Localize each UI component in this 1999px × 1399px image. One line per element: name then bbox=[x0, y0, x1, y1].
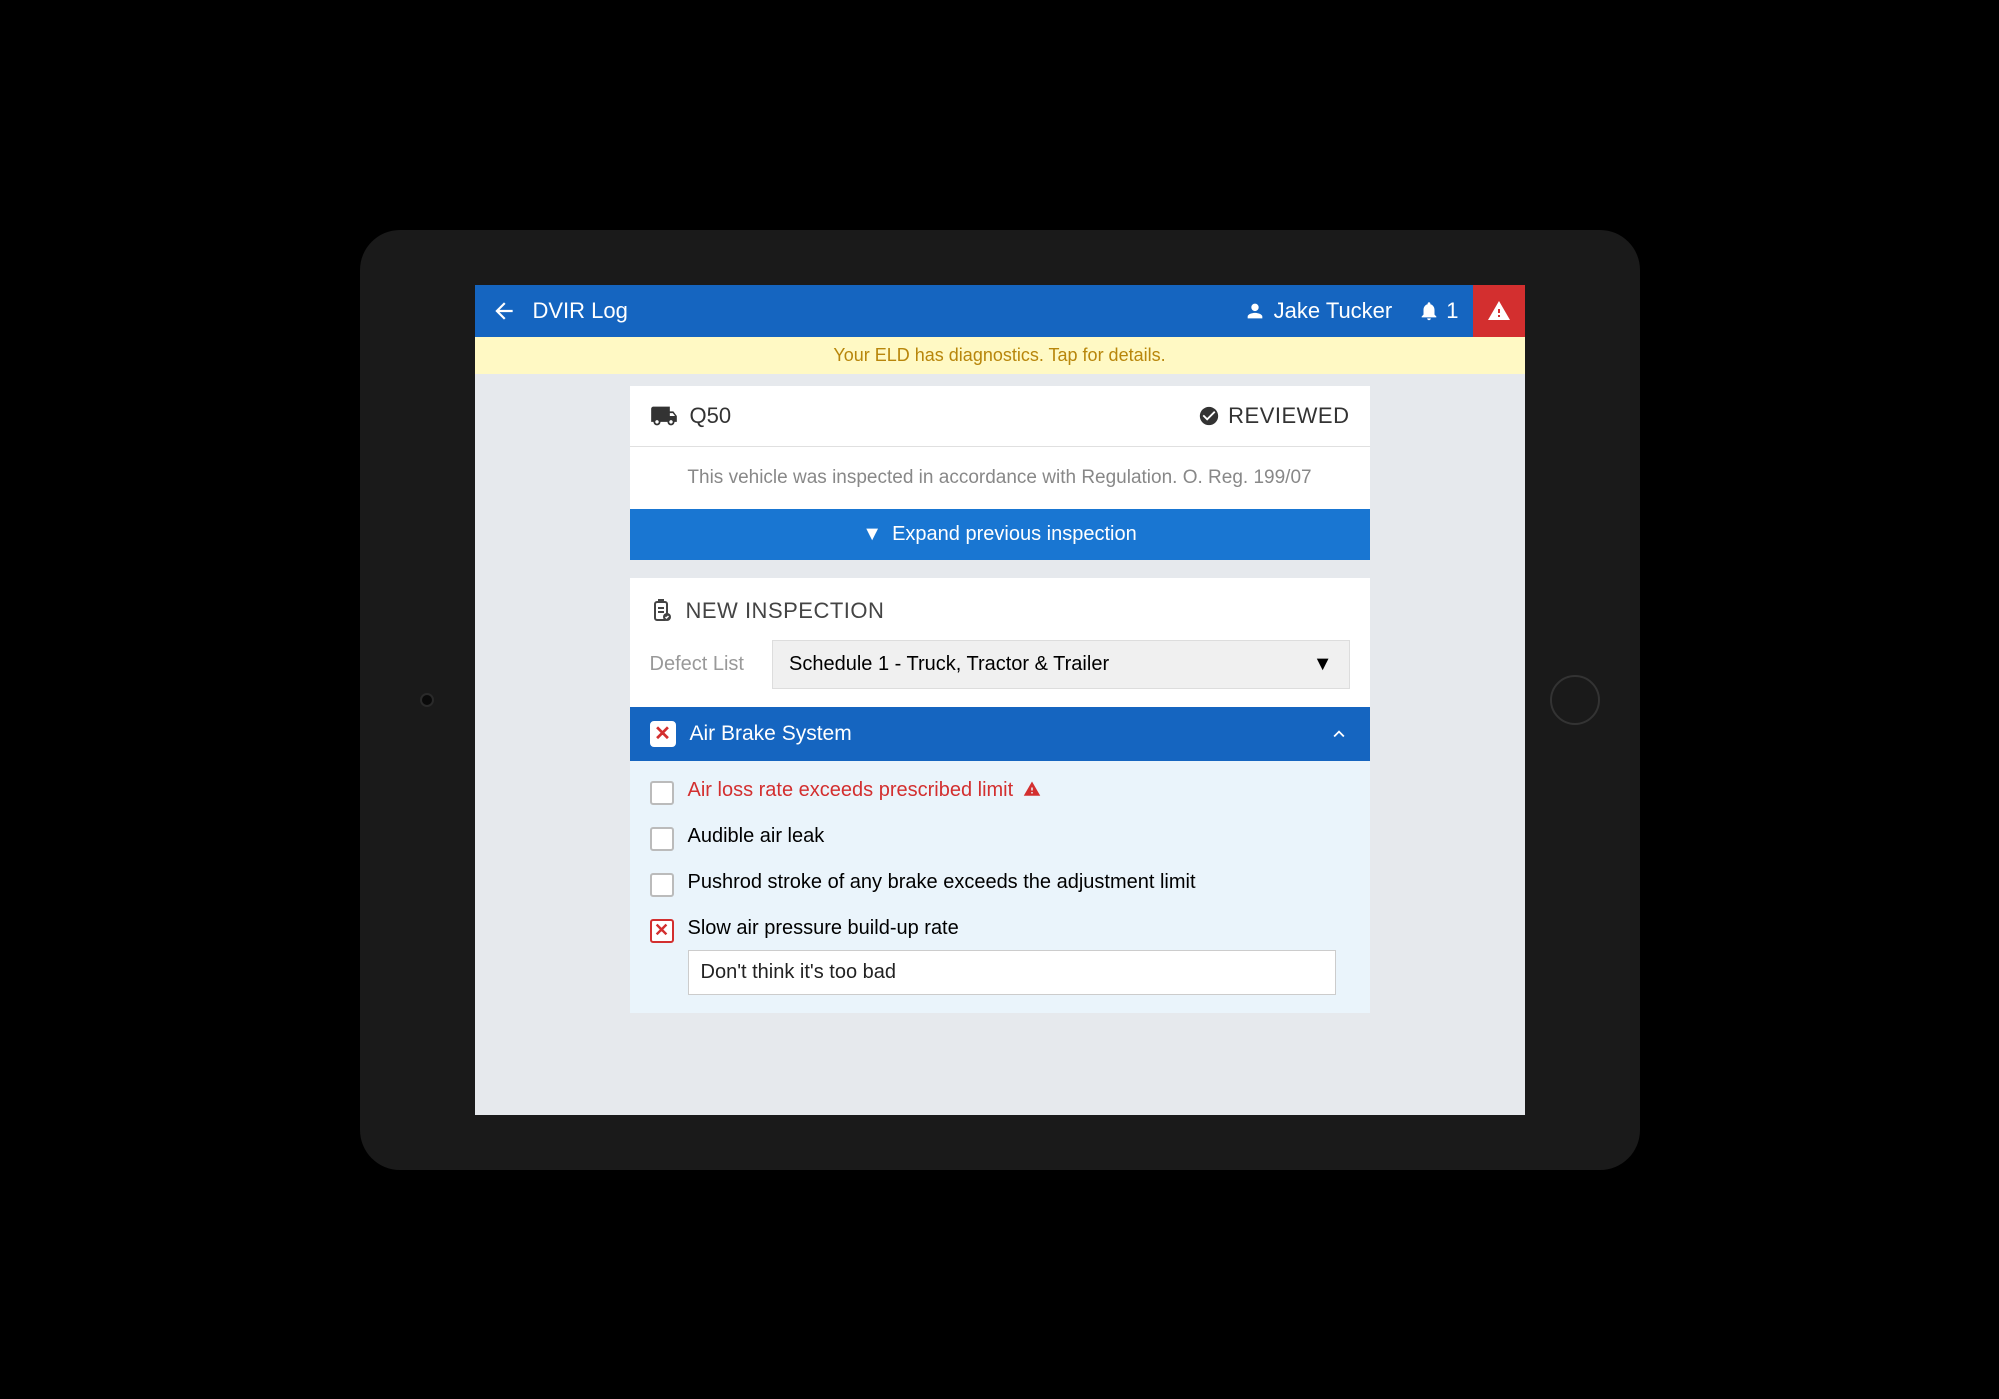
warning-icon bbox=[1487, 299, 1511, 323]
defect-item: Air loss rate exceeds prescribed limit bbox=[630, 769, 1370, 815]
defect-list-value: Schedule 1 - Truck, Tractor & Trailer bbox=[789, 653, 1109, 676]
defect-item: Pushrod stroke of any brake exceeds the … bbox=[630, 861, 1370, 907]
defect-checkbox[interactable] bbox=[650, 781, 674, 805]
user-name: Jake Tucker bbox=[1274, 298, 1393, 324]
tablet-frame: DVIR Log Jake Tucker 1 Your ELD has diag… bbox=[360, 230, 1640, 1170]
check-circle-icon bbox=[1198, 405, 1220, 427]
dropdown-icon: ▼ bbox=[1313, 653, 1333, 676]
defect-note-input[interactable]: Don't think it's too bad bbox=[688, 950, 1337, 995]
inspection-section-header: NEW INSPECTION bbox=[630, 578, 1370, 640]
category-title: Air Brake System bbox=[690, 722, 852, 746]
vehicle-name: Q50 bbox=[690, 403, 732, 429]
person-icon bbox=[1244, 300, 1266, 322]
expand-previous-button[interactable]: ▼ Expand previous inspection bbox=[630, 509, 1370, 560]
defect-label: Pushrod stroke of any brake exceeds the … bbox=[688, 871, 1196, 893]
user-menu[interactable]: Jake Tucker bbox=[1232, 298, 1405, 324]
expand-label: Expand previous inspection bbox=[892, 523, 1137, 546]
defect-label: Air loss rate exceeds prescribed limit bbox=[688, 779, 1014, 801]
category-checkbox[interactable] bbox=[650, 721, 676, 747]
defect-list-row: Defect List Schedule 1 - Truck, Tractor … bbox=[630, 640, 1370, 707]
status-label: REVIEWED bbox=[1228, 403, 1349, 429]
notifications-button[interactable]: 1 bbox=[1404, 298, 1472, 324]
defect-checkbox[interactable] bbox=[650, 873, 674, 897]
bell-icon bbox=[1418, 300, 1440, 322]
compliance-text: This vehicle was inspected in accordance… bbox=[630, 447, 1370, 509]
alert-button[interactable] bbox=[1473, 285, 1525, 337]
back-button[interactable] bbox=[475, 298, 533, 324]
defect-item: Audible air leak bbox=[630, 815, 1370, 861]
tablet-home-button[interactable] bbox=[1550, 675, 1600, 725]
clipboard-icon bbox=[650, 599, 674, 623]
defect-item: Slow air pressure build-up rate Don't th… bbox=[630, 907, 1370, 1005]
chevron-up-icon bbox=[1328, 723, 1350, 745]
category-header[interactable]: Air Brake System bbox=[630, 707, 1370, 761]
defect-label: Slow air pressure build-up rate bbox=[688, 917, 959, 939]
status-badge: REVIEWED bbox=[1198, 403, 1349, 429]
section-title: NEW INSPECTION bbox=[686, 598, 885, 624]
app-header: DVIR Log Jake Tucker 1 bbox=[475, 285, 1525, 337]
arrow-left-icon bbox=[491, 298, 517, 324]
defect-checkbox[interactable] bbox=[650, 827, 674, 851]
content-area: Q50 REVIEWED This vehicle was inspected … bbox=[475, 374, 1525, 1115]
vehicle-header: Q50 REVIEWED bbox=[630, 386, 1370, 447]
truck-icon bbox=[650, 402, 678, 430]
warning-icon bbox=[1023, 780, 1041, 798]
page-title: DVIR Log bbox=[533, 298, 1232, 324]
vehicle-card: Q50 REVIEWED This vehicle was inspected … bbox=[630, 386, 1370, 560]
tablet-camera bbox=[420, 693, 434, 707]
defect-checkbox[interactable] bbox=[650, 919, 674, 943]
defect-list-select[interactable]: Schedule 1 - Truck, Tractor & Trailer ▼ bbox=[772, 640, 1350, 689]
notification-count: 1 bbox=[1446, 298, 1458, 324]
app-screen: DVIR Log Jake Tucker 1 Your ELD has diag… bbox=[475, 285, 1525, 1115]
category-body: Air loss rate exceeds prescribed limit A… bbox=[630, 761, 1370, 1013]
diagnostics-bar[interactable]: Your ELD has diagnostics. Tap for detail… bbox=[475, 337, 1525, 374]
defect-label: Audible air leak bbox=[688, 825, 825, 847]
defect-list-label: Defect List bbox=[650, 653, 744, 676]
inspection-card: NEW INSPECTION Defect List Schedule 1 - … bbox=[630, 578, 1370, 1013]
triangle-down-icon: ▼ bbox=[862, 523, 882, 546]
